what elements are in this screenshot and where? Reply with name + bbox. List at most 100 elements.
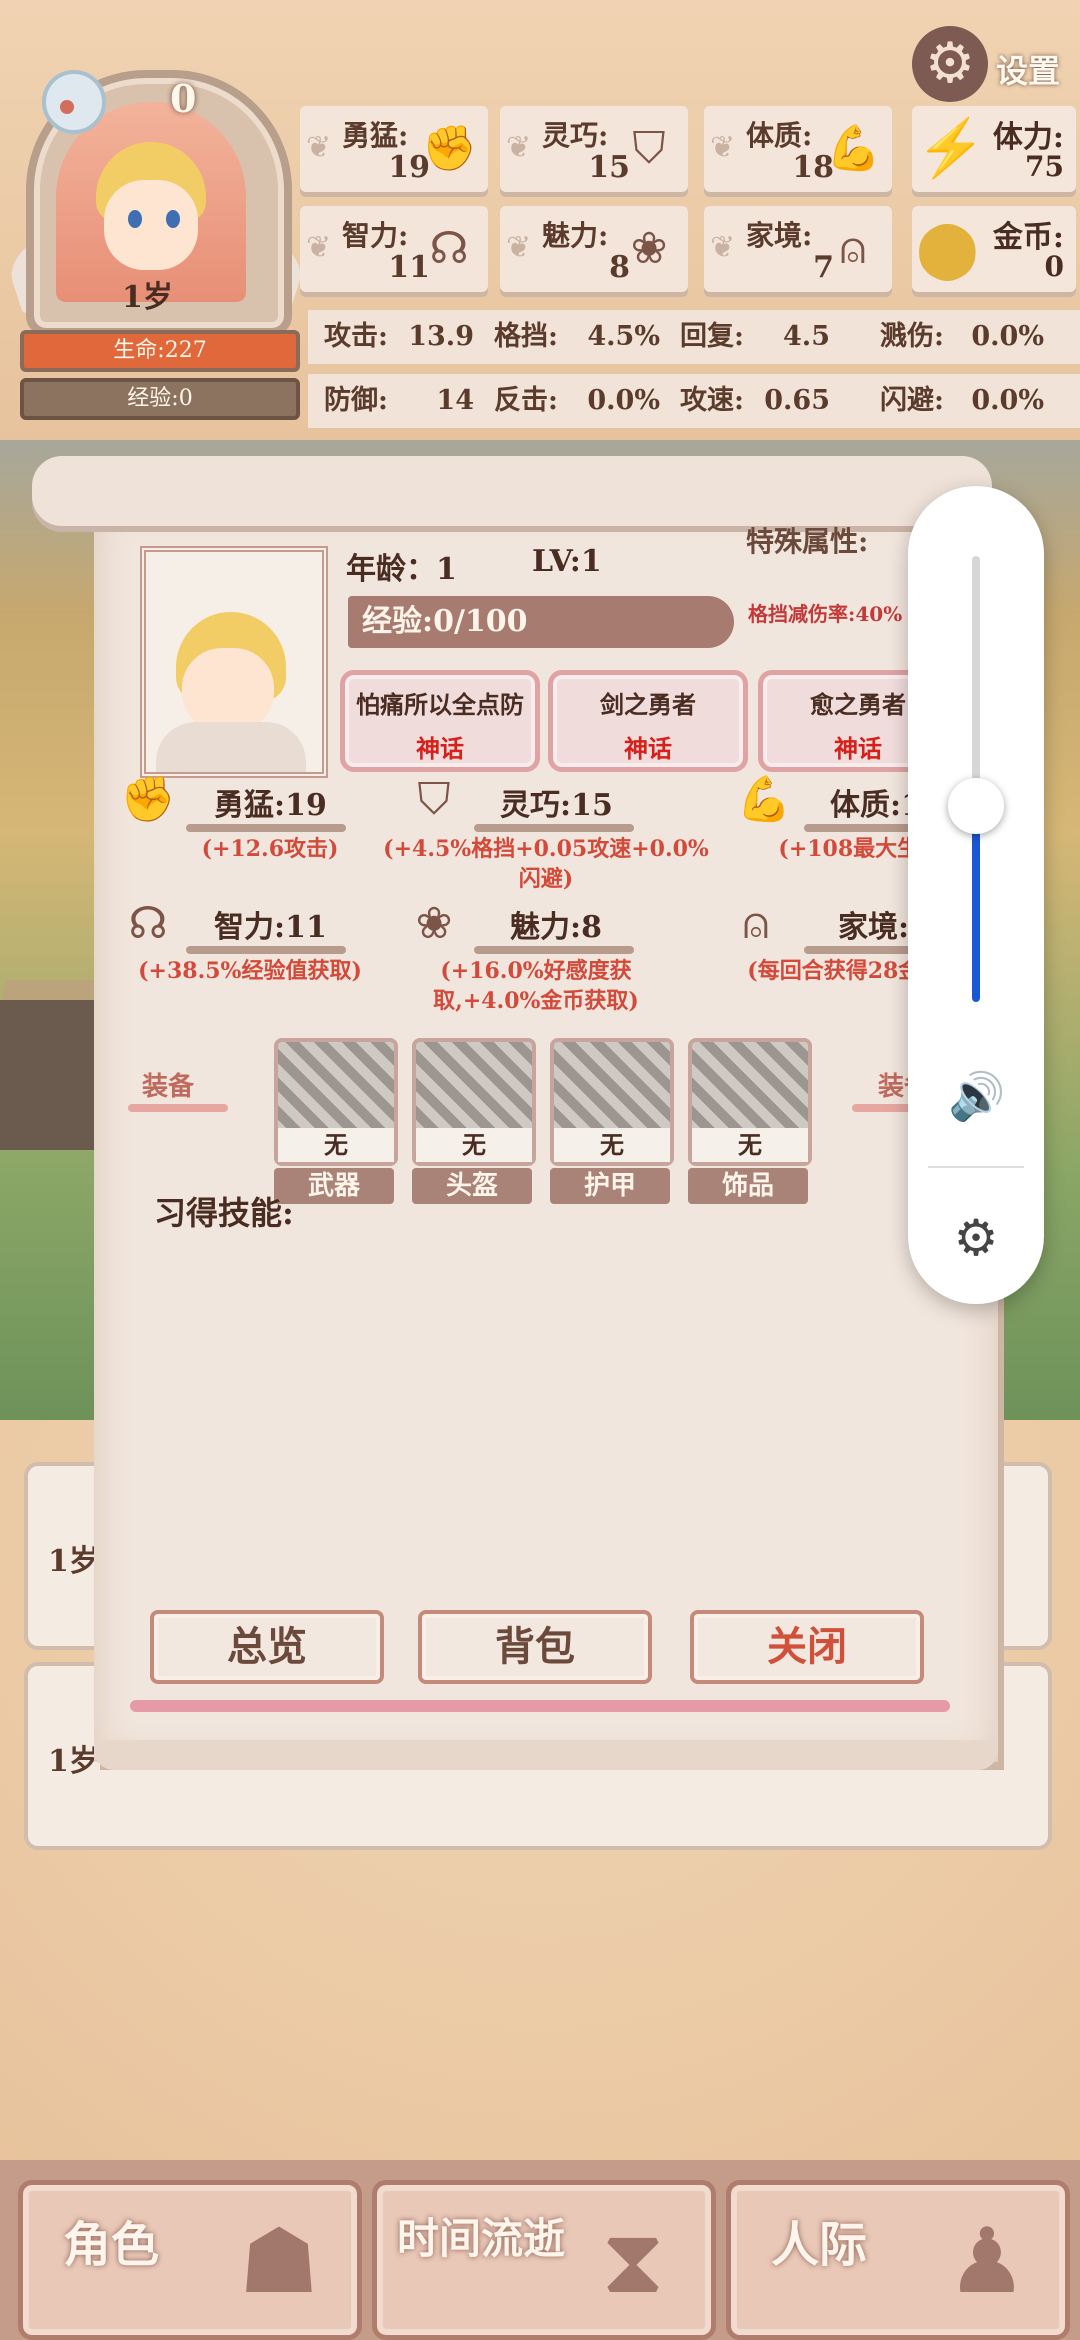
fist-icon: ✊ xyxy=(120,774,176,825)
coin-hand-icon: ⍝ xyxy=(742,898,770,949)
age-text: 年龄：1 xyxy=(346,552,457,587)
talent-rank: 神话 xyxy=(624,734,672,763)
volume-overlay: 🔊 ⚙ xyxy=(908,486,1044,1304)
attr-intelligence-desc: (+38.5%经验值获取) xyxy=(138,958,362,984)
stat-value: 8 xyxy=(609,250,630,285)
nav-time-button[interactable]: 时间流逝 ⧗ xyxy=(372,2180,716,2340)
volume-slider-knob[interactable] xyxy=(948,778,1004,834)
talent-name: 剑之勇者 xyxy=(600,690,696,719)
secondary-stats-row-1: 攻击: 13.9 格挡: 4.5% 回复: 4.5 溅伤: 0.0% xyxy=(308,310,1080,364)
backpack-button[interactable]: 背包 xyxy=(418,1610,652,1684)
close-button[interactable]: 关闭 xyxy=(690,1610,924,1684)
settings-label: 设置 xyxy=(996,52,1061,90)
swirl-decoration-icon: ❦ xyxy=(306,230,332,265)
scroll-top-roll xyxy=(32,456,992,526)
stat-value: 14 xyxy=(436,385,474,416)
stat-value: 0.0% xyxy=(971,321,1044,352)
stat-card-valor[interactable]: ❦ 勇猛: 19 ✊ xyxy=(300,106,488,192)
equip-slot-weapon[interactable]: 无 xyxy=(274,1038,398,1166)
stat-card-charm[interactable]: ❦ 魅力: 8 ❀ xyxy=(500,206,688,292)
stat-card-agility[interactable]: ❦ 灵巧: 15 ⛉ xyxy=(500,106,688,192)
talent-name: 怕痛所以全点防 xyxy=(356,690,524,719)
tulip-icon: ❀ xyxy=(415,898,453,949)
attack-speed-stat: 攻速: 0.65 xyxy=(680,374,830,428)
head-silhouette-icon: ☗ xyxy=(238,2209,320,2314)
stat-label: 魅力: xyxy=(542,219,609,252)
avatar-face xyxy=(104,180,198,270)
character-portrait xyxy=(140,546,328,778)
nav-label: 人际 xyxy=(771,2217,868,2273)
stat-label: 攻击: xyxy=(324,321,388,352)
slot-status: 无 xyxy=(416,1128,532,1162)
slot-tag: 头盔 xyxy=(412,1168,532,1204)
arm-icon: 💪 xyxy=(826,123,881,174)
brain-icon: ☊ xyxy=(128,898,168,949)
slot-tag: 护甲 xyxy=(550,1168,670,1204)
settings-button[interactable]: ⚙ 设置 xyxy=(912,26,1080,102)
attr-charm-desc: (+16.0%好感度获取,+4.0%金币获取) xyxy=(433,958,639,1014)
slot-status: 无 xyxy=(554,1128,670,1162)
equip-label-left: 装备 xyxy=(142,1072,195,1102)
pawns-icon: ♟ xyxy=(946,2209,1028,2314)
stat-label: 勇猛: xyxy=(342,119,409,152)
soul-ghost-icon xyxy=(42,70,106,134)
dodge-stat: 闪避: 0.0% xyxy=(880,374,1044,428)
stat-label: 智力: xyxy=(342,219,409,252)
talent-card[interactable]: 怕痛所以全点防 神话 xyxy=(340,670,540,772)
stamina-card[interactable]: ⚡ 体力: 75 xyxy=(912,106,1076,192)
nav-label: 角色 xyxy=(63,2217,160,2273)
stat-card-intelligence[interactable]: ❦ 智力: 11 ☊ xyxy=(300,206,488,292)
coin-hand-icon: ⍝ xyxy=(839,223,867,274)
stat-value: 18 xyxy=(792,150,834,185)
sound-settings-gear-icon[interactable]: ⚙ xyxy=(948,1210,1004,1266)
overview-button[interactable]: 总览 xyxy=(150,1610,384,1684)
gear-icon: ⚙ xyxy=(912,26,988,102)
nav-social-button[interactable]: 人际 ♟ xyxy=(726,2180,1070,2340)
stat-value: 15 xyxy=(588,150,630,185)
stat-label: 攻速: xyxy=(680,385,744,416)
nav-label: 时间流逝 xyxy=(397,2214,566,2263)
regen-stat: 回复: 4.5 xyxy=(680,310,830,364)
equip-divider xyxy=(128,1104,228,1112)
top-hud: 0 1岁 生命:227 经验:0 ❦ 勇猛: 19 ✊ ❦ 灵巧: 15 ⛉ ❦… xyxy=(0,0,1080,440)
swirl-decoration-icon: ❦ xyxy=(506,130,532,165)
stat-label: 灵巧: xyxy=(542,119,609,152)
brain-icon: ☊ xyxy=(429,223,469,274)
ribbon-decoration xyxy=(130,1700,950,1712)
stat-label: 家境: xyxy=(746,219,813,252)
hourglass-icon: ⧗ xyxy=(601,2209,665,2314)
attack-stat: 攻击: 13.9 xyxy=(324,310,474,364)
block-stat: 格挡: 4.5% xyxy=(494,310,660,364)
stat-label: 回复: xyxy=(680,321,744,352)
stat-value: 4.5 xyxy=(783,321,830,352)
nav-character-button[interactable]: 角色 ☗ xyxy=(18,2180,362,2340)
talent-card[interactable]: 剑之勇者 神话 xyxy=(548,670,748,772)
swirl-decoration-icon: ❦ xyxy=(506,230,532,265)
attr-divider xyxy=(804,824,914,832)
attr-valor-desc: (+12.6攻击) xyxy=(201,836,339,862)
counter-stat: 反击: 0.0% xyxy=(494,374,660,428)
stat-card-family[interactable]: ❦ 家境: 7 ⍝ xyxy=(704,206,892,292)
special-attribute-label: 特殊属性: xyxy=(746,525,869,558)
speaker-icon[interactable]: 🔊 xyxy=(948,1068,1005,1124)
stat-value: 19 xyxy=(388,150,430,185)
equip-divider xyxy=(852,1104,912,1112)
stat-value: 7 xyxy=(813,250,834,285)
attr-agility-desc: (+4.5%格挡+0.05攻速+0.0%闪避) xyxy=(383,836,709,892)
attr-agility-name: 灵巧:15 xyxy=(500,788,613,823)
exp-bar: 经验:0 xyxy=(20,378,300,420)
gold-card[interactable]: ⬤ 金币: 0 xyxy=(912,206,1076,292)
panel-exp-bar: 经验:0/100 xyxy=(348,596,734,648)
special-attribute-value: 格挡减伤率:40% xyxy=(748,602,903,626)
level-text: LV:1 xyxy=(532,544,602,579)
cloak-icon: ⛉ xyxy=(417,774,451,825)
attr-valor-name: 勇猛:19 xyxy=(214,788,327,823)
stat-value: 0.0% xyxy=(587,385,660,416)
stat-card-constitution[interactable]: ❦ 体质: 18 💪 xyxy=(704,106,892,192)
equip-slot-armor[interactable]: 无 xyxy=(550,1038,674,1166)
hp-bar: 生命:227 xyxy=(20,330,300,372)
equip-slot-helmet[interactable]: 无 xyxy=(412,1038,536,1166)
stat-label: 体质: xyxy=(746,119,813,152)
stat-label: 格挡: xyxy=(494,321,558,352)
equip-slot-accessory[interactable]: 无 xyxy=(688,1038,812,1166)
